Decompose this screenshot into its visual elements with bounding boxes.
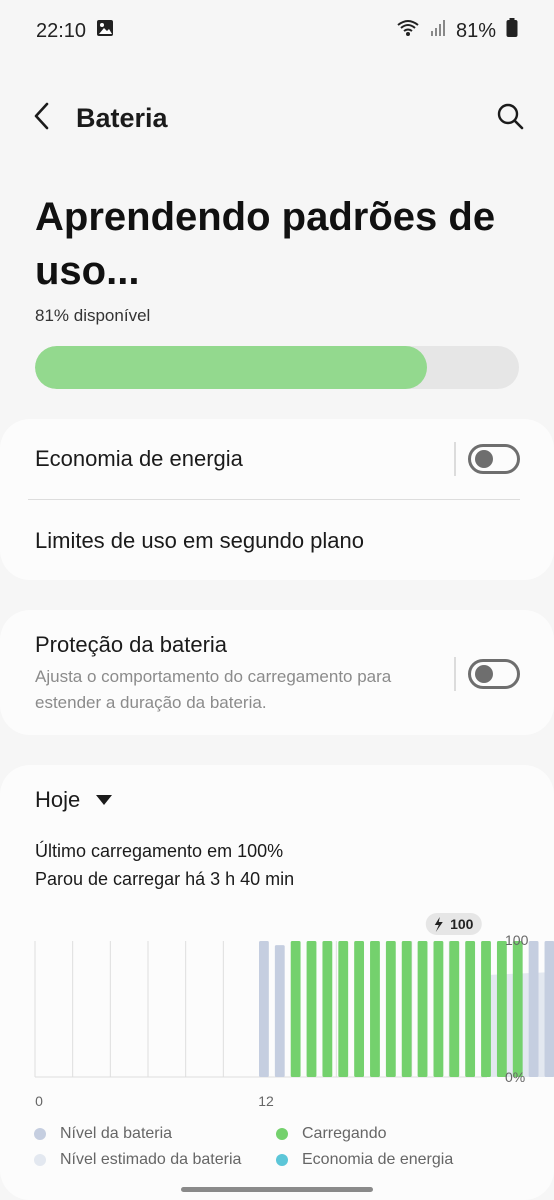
power-saving-label: Economia de energia bbox=[35, 446, 243, 471]
dropdown-arrow-icon bbox=[96, 795, 113, 805]
battery-level-bar bbox=[322, 941, 333, 1077]
wifi-icon bbox=[396, 18, 420, 44]
battery-protection-row[interactable]: Proteção da bateria Ajusta o comportamen… bbox=[35, 632, 520, 716]
gallery-notification-icon bbox=[96, 19, 114, 43]
legend-item: Nível estimado da bateria bbox=[34, 1149, 276, 1171]
stopped-charging-text: Parou de carregar há 3 h 40 min bbox=[35, 869, 295, 889]
toggle-knob bbox=[475, 665, 493, 683]
y-tick-label: 100 bbox=[505, 932, 529, 948]
status-right: 81% bbox=[396, 18, 518, 44]
legend-dot bbox=[34, 1128, 46, 1140]
battery-level-bar bbox=[433, 941, 444, 1077]
peak-label: 100 bbox=[450, 916, 474, 932]
usage-card: Hoje Último carregamento em 100% Parou d… bbox=[0, 765, 554, 1200]
period-selector[interactable]: Hoje bbox=[35, 787, 113, 813]
battery-protection-label: Proteção da bateria bbox=[35, 632, 228, 657]
battery-level-bar bbox=[465, 941, 476, 1077]
period-label: Hoje bbox=[35, 787, 81, 812]
search-icon[interactable] bbox=[496, 102, 524, 135]
list-divider bbox=[28, 499, 520, 500]
battery-level-bar bbox=[481, 941, 491, 1077]
battery-level-bar bbox=[259, 941, 269, 1077]
home-indicator[interactable] bbox=[181, 1187, 373, 1192]
battery-protection-card: Proteção da bateria Ajusta o comportamen… bbox=[0, 610, 554, 735]
available-text: 81% disponível bbox=[35, 306, 151, 325]
battery-level-bar bbox=[35, 346, 519, 389]
battery-protection-text: Proteção da bateria Ajusta o comportamen… bbox=[35, 632, 454, 716]
battery-level-bar bbox=[496, 941, 507, 1077]
battery-protection-toggle[interactable] bbox=[468, 659, 520, 689]
power-saving-row[interactable]: Economia de energia bbox=[35, 441, 520, 477]
legend-item: Nível da bateria bbox=[34, 1123, 276, 1145]
battery-level-bar bbox=[512, 941, 523, 1077]
battery-level-bar bbox=[338, 941, 349, 1077]
power-settings-card: Economia de energia Limites de uso em se… bbox=[0, 419, 554, 580]
status-battery-percent: 81% bbox=[455, 19, 496, 42]
battery-level-fill bbox=[35, 346, 428, 389]
legend-item: Carregando bbox=[276, 1123, 516, 1145]
last-charge-text: Último carregamento em 100% bbox=[35, 841, 284, 861]
battery-icon bbox=[506, 18, 518, 44]
battery-level-bar bbox=[370, 941, 380, 1077]
status-time: 22:10 bbox=[36, 19, 87, 42]
legend-label: Carregando bbox=[302, 1125, 387, 1142]
battery-level-bar bbox=[354, 941, 365, 1077]
battery-level-bar bbox=[544, 941, 554, 1077]
battery-level-bar bbox=[401, 941, 412, 1077]
status-bar: 22:10 81% bbox=[0, 0, 554, 62]
legend-item: Economia de energia bbox=[276, 1149, 516, 1171]
chart-legend: Nível da bateria Carregando Nível estimado… bbox=[34, 1123, 514, 1171]
toggle-knob bbox=[475, 450, 493, 468]
legend-label: Economia de energia bbox=[302, 1151, 454, 1168]
legend-dot bbox=[34, 1154, 46, 1166]
y-tick-label: 0% bbox=[505, 1069, 525, 1085]
battery-headline: Aprendendo padrões de uso... bbox=[35, 195, 496, 293]
legend-label: Nível estimado da bateria bbox=[60, 1151, 242, 1168]
row-divider bbox=[454, 657, 456, 691]
battery-level-bar bbox=[306, 941, 317, 1077]
battery-level-bar bbox=[385, 941, 396, 1077]
legend-dot bbox=[276, 1128, 288, 1140]
battery-usage-chart: 100 0 12 100 0% bbox=[34, 913, 554, 1109]
page-title: Bateria bbox=[76, 102, 168, 133]
back-icon[interactable] bbox=[32, 101, 50, 136]
x-tick-label: 12 bbox=[258, 1093, 274, 1109]
battery-level-bar bbox=[274, 945, 285, 1077]
power-saving-toggle[interactable] bbox=[468, 444, 520, 474]
legend-label: Nível da bateria bbox=[60, 1125, 173, 1142]
app-bar: Bateria bbox=[0, 88, 554, 148]
signal-icon bbox=[430, 19, 446, 43]
legend-dot bbox=[276, 1154, 288, 1166]
battery-level-bar bbox=[417, 941, 428, 1077]
status-left: 22:10 bbox=[36, 19, 114, 43]
charge-info: Último carregamento em 100% Parou de car… bbox=[35, 837, 294, 893]
battery-protection-description: Ajusta o comportamento do carregamento p… bbox=[35, 667, 392, 712]
battery-level-bar bbox=[528, 941, 539, 1077]
battery-level-bar bbox=[290, 941, 301, 1077]
background-limits-label: Limites de uso em segundo plano bbox=[35, 528, 364, 553]
row-divider bbox=[454, 442, 456, 476]
battery-level-bar bbox=[449, 941, 460, 1077]
x-tick-label: 0 bbox=[35, 1093, 43, 1109]
background-limits-row[interactable]: Limites de uso em segundo plano bbox=[35, 523, 520, 559]
